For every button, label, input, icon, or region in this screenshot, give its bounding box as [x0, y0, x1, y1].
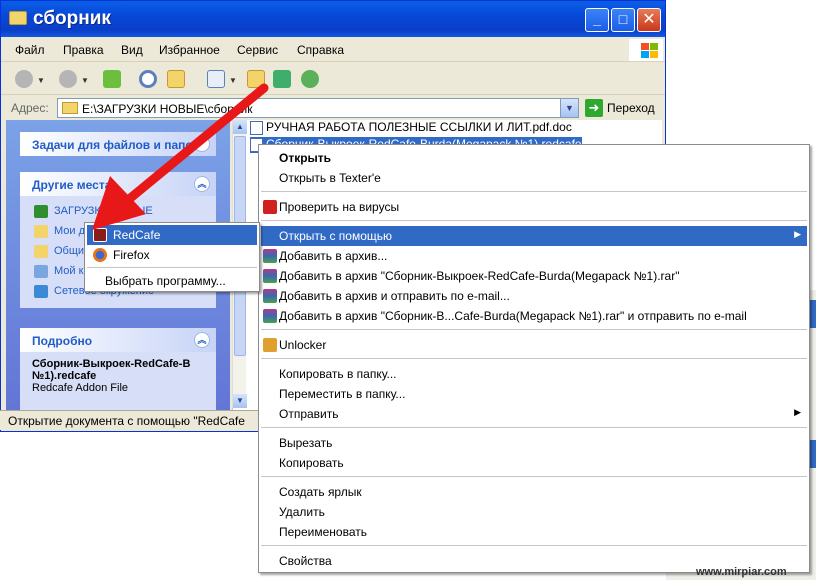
- annotation-arrow: [92, 83, 269, 230]
- watermark-text: www.mirpiar.com: [696, 566, 787, 578]
